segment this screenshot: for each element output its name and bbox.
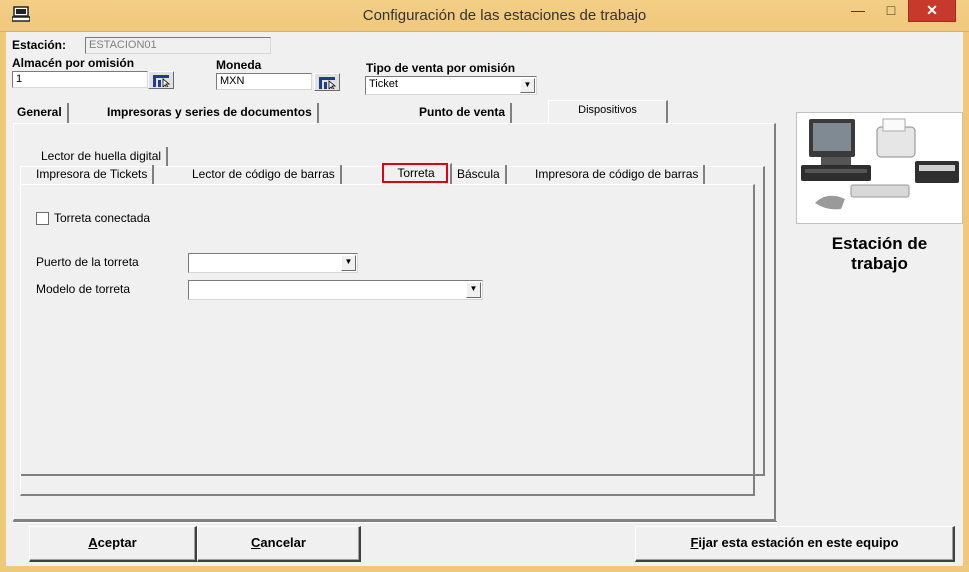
accept-button[interactable]: Aceptar [29,526,197,562]
chevron-down-icon[interactable]: ▼ [466,282,481,298]
close-button[interactable]: ✕ [908,0,956,22]
currency-lookup-button[interactable] [314,73,340,91]
client-area: Estación: ESTACION01 Almacén por omisión… [6,32,963,566]
torreta-model-select[interactable]: ▼ [188,280,483,300]
sale-type-select[interactable]: Ticket ▼ [365,76,537,95]
tab-printers-series[interactable]: Impresoras y series de documentos [102,103,319,123]
window-border-bottom [0,566,969,572]
tab-fingerprint-reader[interactable]: Lector de huella digital [36,147,169,167]
tab-general[interactable]: General [12,103,69,123]
torreta-connected-checkbox[interactable] [36,212,49,225]
tab-devices[interactable]: Dispositivos [548,100,668,124]
fix-station-button-label: ijar esta estación en este equipo [698,535,899,550]
torreta-model-label: Modelo de torreta [36,282,131,296]
station-field: ESTACION01 [85,37,271,54]
maximize-button[interactable]: □ [876,0,906,22]
accept-button-label: ceptar [97,535,137,550]
tab-scale[interactable]: Báscula [452,165,507,185]
station-label: Estación: [12,38,67,52]
tab-barcode-reader[interactable]: Lector de código de barras [187,165,342,185]
lookup-icon [153,75,171,87]
tab-point-of-sale[interactable]: Punto de venta [414,103,513,123]
workstation-illustration [801,118,959,210]
sale-type-value: Ticket [369,78,398,90]
sale-type-label: Tipo de venta por omisión [366,61,516,75]
workstation-image [796,112,963,224]
chevron-down-icon[interactable]: ▼ [520,78,535,93]
caption-line-2: trabajo [851,254,908,273]
cancel-button-label: ancelar [260,535,306,550]
accept-button-accel: A [88,535,98,550]
warehouse-label: Almacén por omisión [12,56,135,70]
torreta-panel [20,184,755,496]
currency-label: Moneda [216,58,262,72]
bottom-divider [13,521,777,523]
torreta-port-select[interactable]: ▼ [188,253,358,273]
fix-station-button[interactable]: Fijar esta estación en este equipo [635,526,955,562]
tab-barcode-printer[interactable]: Impresora de código de barras [530,165,706,185]
caption-line-1: Estación de [831,234,928,253]
warehouse-lookup-button[interactable] [148,71,174,89]
currency-field[interactable]: MXN [216,73,312,90]
warehouse-field[interactable]: 1 [12,71,148,88]
workstation-caption: Estación de trabajo [796,234,963,274]
cancel-button[interactable]: Cancelar [197,526,361,562]
tab-ticket-printer[interactable]: Impresora de Tickets [31,165,155,185]
torreta-highlight [382,163,448,183]
torreta-port-label: Puerto de la torreta [36,255,139,269]
window-border-right [963,32,969,572]
minimize-button[interactable]: — [843,0,873,22]
torreta-connected-label: Torreta conectada [54,211,151,225]
cancel-button-accel: C [251,535,261,550]
chevron-down-icon[interactable]: ▼ [341,255,356,271]
window-title: Configuración de las estaciones de traba… [362,7,647,24]
lookup-icon [319,77,337,89]
title-bar: Configuración de las estaciones de traba… [0,0,969,32]
